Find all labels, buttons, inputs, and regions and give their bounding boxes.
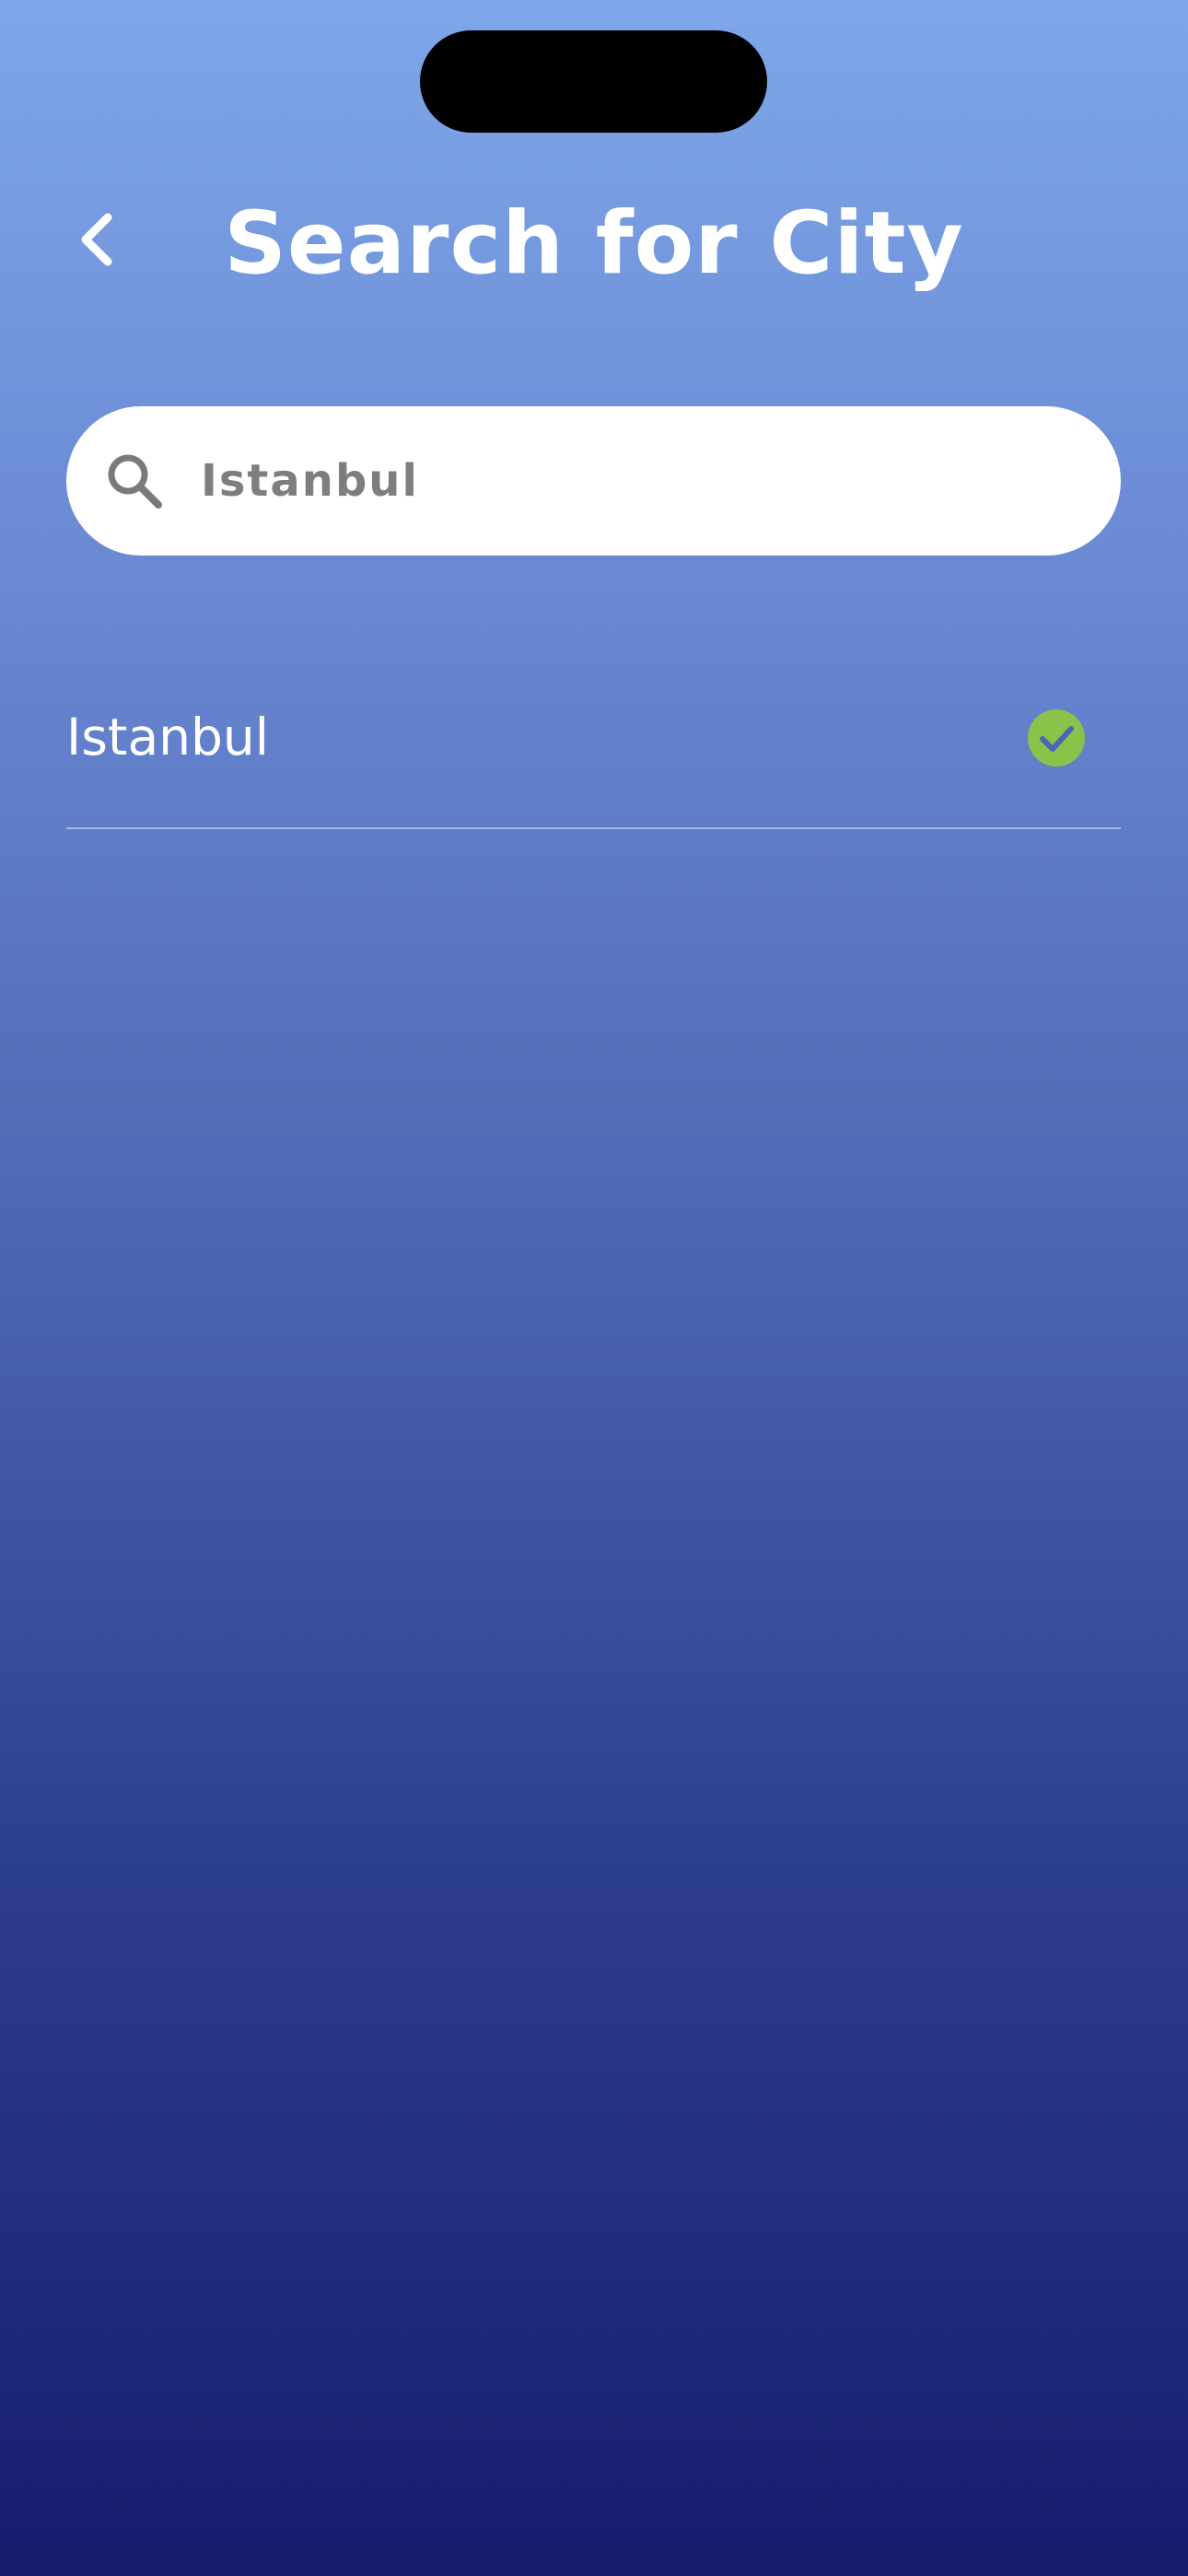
list-item-istanbul[interactable]: Istanbul [66, 682, 1121, 829]
check-circle-icon [1028, 709, 1085, 767]
search-input[interactable] [201, 406, 1085, 556]
page-title: Search for City [224, 193, 964, 294]
list-item-label: Istanbul [66, 708, 270, 767]
search-bar[interactable] [66, 406, 1121, 556]
divider [66, 827, 1121, 829]
dynamic-island [420, 30, 767, 133]
screen: Search for City Istanbul [0, 0, 1188, 2576]
search-icon [108, 454, 162, 509]
